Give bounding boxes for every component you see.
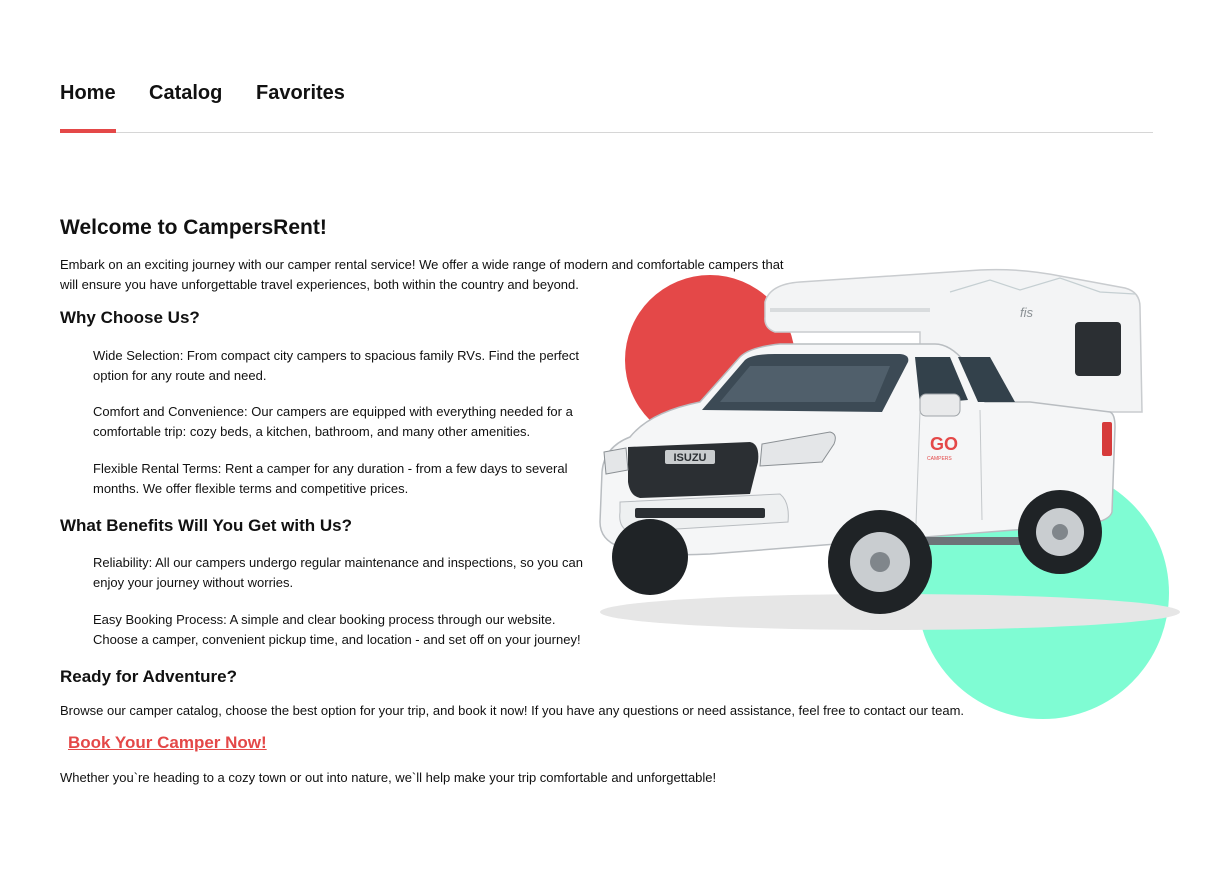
list-item: Wide Selection: From compact city camper… [93, 348, 579, 383]
intro-text: Embark on an exciting journey with our c… [60, 257, 784, 292]
hero-illustration: ISUZU GO CAMPERS fis [590, 262, 1180, 722]
main-nav: Home Catalog Favorites [60, 82, 1153, 133]
ready-heading: Ready for Adventure? [60, 667, 237, 686]
closing-text: Whether you`re heading to a cozy town or… [60, 770, 717, 785]
active-tab-indicator [60, 129, 116, 133]
list-item: Easy Booking Process: A simple and clear… [93, 612, 581, 647]
benefits-heading: What Benefits Will You Get with Us? [60, 516, 353, 535]
camper-mark: fis [1020, 305, 1034, 320]
page-title: Welcome to CampersRent! [60, 216, 327, 239]
nav-favorites-link[interactable]: Favorites [256, 82, 345, 132]
nav-home-link[interactable]: Home [60, 82, 116, 132]
list-item: Comfort and Convenience: Our campers are… [93, 404, 573, 439]
go-decal-sub: CAMPERS [927, 456, 952, 462]
nav-catalog-link[interactable]: Catalog [149, 82, 222, 132]
isuzu-badge: ISUZU [674, 452, 707, 464]
list-item: Flexible Rental Terms: Rent a camper for… [93, 461, 568, 496]
book-camper-link[interactable]: Book Your Camper Now! [68, 733, 267, 753]
browse-text: Browse our camper catalog, choose the be… [60, 703, 965, 718]
pickup-camper-image: ISUZU GO CAMPERS fis [599, 268, 1180, 630]
list-item: Reliability: All our campers undergo reg… [93, 555, 583, 590]
why-heading: Why Choose Us? [60, 308, 200, 327]
go-decal: GO [930, 434, 958, 454]
